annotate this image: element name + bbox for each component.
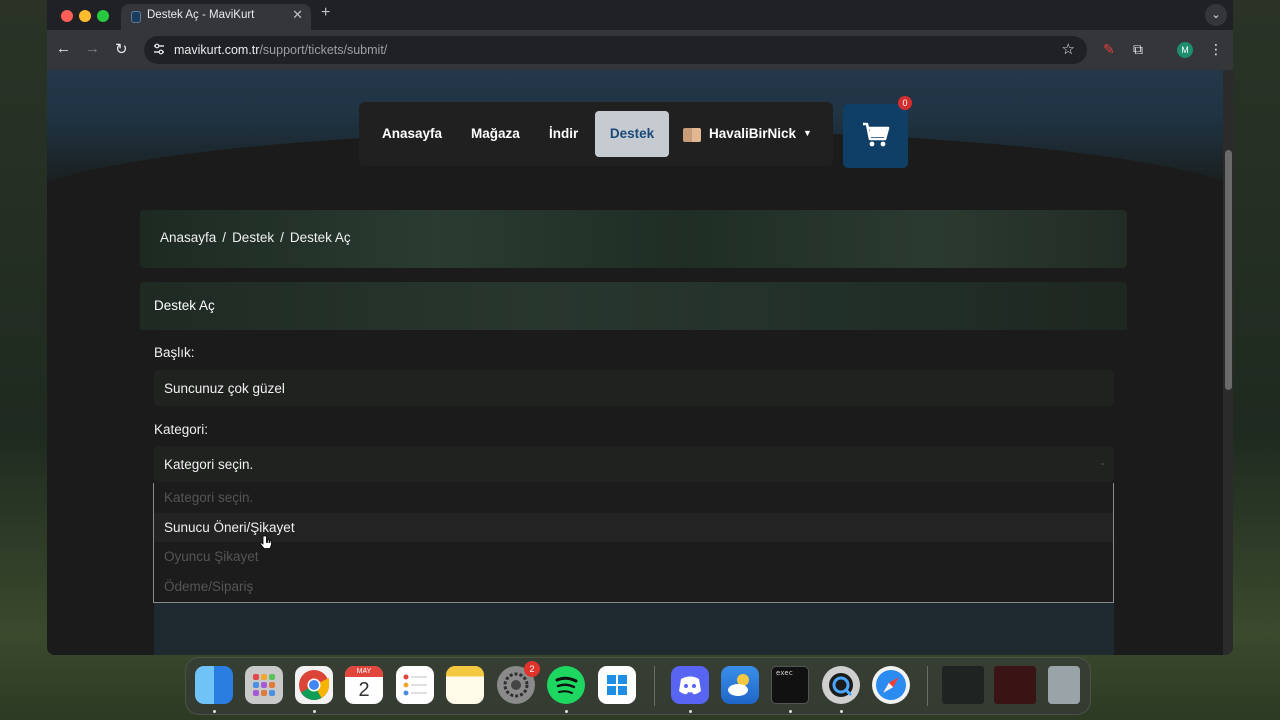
breadcrumb-home[interactable]: Anasayfa bbox=[160, 230, 216, 245]
discord-icon[interactable] bbox=[671, 666, 709, 704]
nav-download[interactable]: İndir bbox=[549, 126, 578, 141]
safari-icon[interactable] bbox=[872, 666, 910, 704]
chrome-icon[interactable] bbox=[295, 666, 333, 704]
settings-badge: 2 bbox=[524, 661, 540, 677]
trash-icon[interactable] bbox=[1048, 666, 1080, 704]
nav-store[interactable]: Mağaza bbox=[471, 126, 520, 141]
card-title: Destek Aç bbox=[154, 298, 215, 313]
breadcrumb-support[interactable]: Destek bbox=[232, 230, 274, 245]
finder-icon[interactable] bbox=[195, 666, 233, 704]
running-dot bbox=[840, 710, 843, 713]
option-payment[interactable]: Ödeme/Sipariş bbox=[154, 572, 1113, 601]
windows-app-icon[interactable] bbox=[598, 666, 636, 704]
minimized-window-thumbnail[interactable] bbox=[942, 666, 984, 704]
card-header: Destek Aç bbox=[140, 282, 1127, 330]
hand-cursor-icon bbox=[259, 535, 272, 549]
breadcrumb-bar: Anasayfa / Destek / Destek Aç bbox=[140, 210, 1127, 268]
select-chevron-icon: ⌄ bbox=[1099, 458, 1106, 467]
terminal-label: exec bbox=[776, 669, 793, 677]
zoom-window-button[interactable] bbox=[97, 10, 109, 22]
close-window-button[interactable] bbox=[61, 10, 73, 22]
form-continuation bbox=[154, 603, 1114, 655]
tab-close-icon[interactable]: ✕ bbox=[292, 7, 303, 23]
running-dot bbox=[565, 710, 568, 713]
scrollbar-thumb[interactable] bbox=[1225, 150, 1232, 390]
calendar-day: 2 bbox=[358, 679, 370, 701]
browser-tab[interactable]: Destek Aç - MaviKurt ✕ bbox=[121, 4, 311, 30]
weather-icon[interactable] bbox=[721, 666, 759, 704]
tab-title: Destek Aç - MaviKurt bbox=[147, 9, 255, 21]
profile-avatar[interactable]: M bbox=[1177, 42, 1193, 58]
terminal-icon[interactable]: exec bbox=[771, 666, 809, 704]
reminders-icon[interactable] bbox=[396, 666, 434, 704]
minimize-window-button[interactable] bbox=[79, 10, 91, 22]
spotify-icon[interactable] bbox=[547, 666, 585, 704]
dock: MAY 2 2 exec bbox=[185, 657, 1091, 715]
calendar-icon[interactable]: MAY 2 bbox=[345, 666, 383, 704]
minimized-window-thumbnail[interactable] bbox=[994, 666, 1036, 704]
bookmark-star-icon[interactable]: ☆ bbox=[1062, 40, 1075, 58]
new-tab-button[interactable]: + bbox=[321, 4, 330, 22]
calendar-month: MAY bbox=[345, 666, 383, 677]
user-avatar bbox=[683, 128, 701, 142]
running-dot bbox=[689, 710, 692, 713]
main-navigation: Anasayfa Mağaza İndir Destek HavaliBirNi… bbox=[359, 102, 833, 166]
cart-icon bbox=[863, 122, 890, 147]
reload-icon[interactable]: ↻ bbox=[115, 40, 128, 58]
extensions-puzzle-icon[interactable]: ⧉ bbox=[1133, 41, 1143, 58]
option-player-complaint[interactable]: Oyuncu Şikayet bbox=[154, 542, 1113, 571]
option-placeholder[interactable]: Kategori seçin. bbox=[154, 483, 1113, 512]
title-label: Başlık: bbox=[154, 345, 195, 360]
cart-button[interactable] bbox=[843, 104, 908, 168]
category-selected-value: Kategori seçin. bbox=[164, 457, 254, 472]
breadcrumb-current: Destek Aç bbox=[289, 230, 351, 245]
category-select[interactable]: Kategori seçin. ⌄ bbox=[154, 446, 1114, 482]
option-server-suggestion[interactable]: Sunucu Öneri/Şikayet bbox=[154, 513, 1113, 542]
site-favicon-icon bbox=[131, 11, 141, 23]
caret-down-icon[interactable]: ▼ bbox=[803, 128, 812, 138]
nav-support-label: Destek bbox=[609, 126, 655, 141]
category-dropdown: Kategori seçin. Sunucu Öneri/Şikayet Oyu… bbox=[153, 483, 1114, 603]
browser-menu-icon[interactable]: ⋮ bbox=[1209, 41, 1223, 58]
nav-home[interactable]: Anasayfa bbox=[382, 126, 442, 141]
running-dot bbox=[789, 710, 792, 713]
site-info-icon[interactable] bbox=[152, 42, 166, 56]
cart-count-badge: 0 bbox=[898, 96, 912, 110]
launchpad-icon[interactable] bbox=[245, 666, 283, 704]
nav-support-active[interactable]: Destek bbox=[595, 111, 669, 157]
quicktime-icon[interactable] bbox=[822, 666, 860, 704]
user-menu[interactable]: HavaliBirNick bbox=[709, 126, 796, 141]
category-label: Kategori: bbox=[154, 422, 209, 437]
address-bar[interactable]: mavikurt.com.tr/support/tickets/submit/ … bbox=[144, 36, 1087, 64]
notes-icon[interactable] bbox=[446, 666, 484, 704]
tab-strip: Destek Aç - MaviKurt ✕ + ⌄ bbox=[47, 0, 1233, 30]
dock-separator bbox=[654, 666, 655, 706]
running-dot bbox=[213, 710, 216, 713]
url-text: mavikurt.com.tr/support/tickets/submit/ bbox=[174, 43, 388, 57]
title-input[interactable] bbox=[154, 370, 1114, 406]
running-dot bbox=[313, 710, 316, 713]
tab-search-chevron-icon[interactable]: ⌄ bbox=[1205, 4, 1227, 26]
forward-arrow-icon[interactable]: → bbox=[85, 40, 100, 57]
back-arrow-icon[interactable]: ← bbox=[56, 40, 71, 57]
dock-separator bbox=[927, 666, 928, 706]
breadcrumb: Anasayfa / Destek / Destek Aç bbox=[160, 230, 351, 245]
extension-pen-icon[interactable]: ✎ bbox=[1103, 41, 1115, 58]
browser-toolbar: ← → ↻ mavikurt.com.tr/support/tickets/su… bbox=[47, 30, 1233, 70]
